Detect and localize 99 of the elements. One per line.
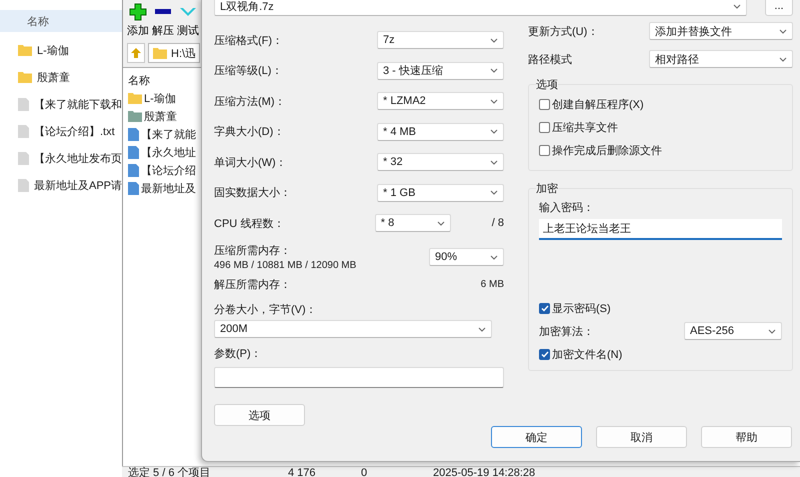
chevron-down-icon bbox=[490, 190, 498, 196]
password-label: 输入密码： bbox=[539, 200, 595, 215]
document-icon bbox=[128, 128, 139, 140]
setting-combo[interactable]: 7z bbox=[377, 31, 504, 50]
up-folder-button[interactable] bbox=[127, 43, 145, 63]
setting-combo[interactable]: 相对路径 bbox=[649, 50, 793, 68]
checkbox[interactable] bbox=[539, 302, 550, 314]
archive-name-combo[interactable]: L双视角.7z bbox=[214, 0, 748, 16]
folder-icon bbox=[18, 44, 32, 56]
browse-button[interactable]: ... bbox=[765, 0, 793, 16]
chevron-down-icon bbox=[478, 326, 486, 332]
setting-combo[interactable]: 添加并替换文件 bbox=[649, 22, 793, 40]
file-name[interactable]: 【永久地址 bbox=[141, 144, 196, 160]
setting-label: 压缩等级(L)： bbox=[214, 64, 282, 78]
chevron-down-icon bbox=[490, 160, 498, 165]
checkbox-label: 创建自解压程序(X) bbox=[552, 98, 644, 112]
column-header[interactable]: 名称 bbox=[0, 10, 122, 32]
chevron-down-icon bbox=[490, 129, 498, 134]
checkbox-label: 压缩共享文件 bbox=[552, 120, 618, 134]
checkbox[interactable] bbox=[539, 98, 550, 110]
volume-label: 分卷大小，字节(V)： bbox=[214, 302, 317, 316]
setting-combo[interactable]: 3 - 快速压缩 bbox=[377, 62, 504, 80]
chevron-down-icon bbox=[490, 254, 498, 260]
dialog-button[interactable]: 帮助 bbox=[701, 426, 792, 448]
checkbox-label: 显示密码(S) bbox=[552, 302, 611, 316]
setting-label: 固实数据大小： bbox=[214, 186, 291, 200]
setting-combo[interactable]: * 1 GB bbox=[377, 184, 504, 202]
memory-label: 压缩所需内存： bbox=[214, 244, 292, 258]
file-name[interactable]: 【论坛介绍 bbox=[141, 162, 196, 178]
column-header[interactable]: 名称 bbox=[128, 71, 150, 89]
document-icon bbox=[128, 146, 139, 158]
toolbar-button[interactable]: 测试 bbox=[177, 3, 199, 41]
parameters-field[interactable] bbox=[214, 367, 504, 388]
threads-combo[interactable]: * 8 bbox=[374, 214, 451, 232]
arrow-up-icon bbox=[130, 47, 142, 59]
status-text: 2025-05-19 14:28:28 bbox=[432, 467, 536, 477]
status-text: 0 bbox=[360, 467, 368, 477]
minus-icon bbox=[155, 9, 171, 14]
setting-combo[interactable]: * 32 bbox=[377, 153, 504, 172]
threads-max: / 8 bbox=[492, 217, 504, 229]
document-icon bbox=[18, 124, 29, 138]
setting-combo[interactable]: * 4 MB bbox=[377, 122, 504, 141]
checkbox-label: 操作完成后删除源文件 bbox=[552, 144, 662, 158]
parameters-label: 参数(P)： bbox=[214, 347, 262, 361]
chevron-down-icon bbox=[779, 56, 787, 62]
setting-label: 单词大小(W)： bbox=[214, 156, 287, 170]
chevron-down-icon bbox=[768, 328, 776, 334]
file-name[interactable]: 殷萧童 bbox=[37, 70, 70, 84]
chevron-down-icon bbox=[490, 68, 498, 74]
file-name[interactable]: 【永久地址发布页 bbox=[34, 150, 122, 166]
setting-label: CPU 线程数： bbox=[214, 216, 284, 230]
file-name[interactable]: 【论坛介绍】.txt bbox=[34, 124, 115, 138]
checkbox[interactable] bbox=[539, 122, 550, 132]
document-icon bbox=[18, 178, 29, 192]
chevron-down-icon bbox=[733, 4, 742, 8]
chevron-down-icon bbox=[490, 38, 498, 43]
group-title: 加密 bbox=[536, 182, 558, 196]
chevron-down-icon bbox=[436, 220, 445, 226]
checkbox-label: 加密文件名(N) bbox=[552, 348, 622, 362]
group-title: 选项 bbox=[536, 78, 558, 92]
folder-icon bbox=[18, 71, 32, 83]
memory-value: 496 MB / 10881 MB / 12090 MB bbox=[214, 260, 356, 271]
dialog-button[interactable]: 取消 bbox=[596, 426, 687, 448]
setting-label: 压缩格式(F)： bbox=[214, 34, 284, 48]
memory-value: 6 MB bbox=[480, 278, 504, 290]
options-button[interactable]: 选项 bbox=[214, 404, 305, 426]
setting-label: 字典大小(D)： bbox=[214, 124, 284, 140]
memory-label: 解压所需内存： bbox=[214, 278, 291, 292]
path-field[interactable]: H:\迅 bbox=[148, 43, 200, 63]
document-icon bbox=[128, 164, 139, 176]
folder-icon bbox=[153, 47, 167, 59]
setting-combo[interactable]: * LZMA2 bbox=[377, 92, 504, 110]
plus-icon bbox=[129, 3, 147, 21]
file-name[interactable]: 最新地址及APP请 bbox=[34, 178, 122, 192]
chevron-down-icon bbox=[490, 98, 498, 104]
file-name[interactable]: 最新地址及 bbox=[141, 180, 196, 196]
memory-percent-combo[interactable]: 90% bbox=[429, 248, 504, 266]
setting-label: 路径模式 bbox=[528, 52, 572, 66]
document-icon bbox=[18, 152, 29, 164]
toolbar-button[interactable]: 解压 bbox=[152, 3, 174, 41]
setting-label: 压缩方法(M)： bbox=[214, 94, 286, 109]
checkbox[interactable] bbox=[539, 144, 550, 156]
password-field[interactable]: 上老王论坛当老王 bbox=[539, 219, 782, 240]
file-name[interactable]: 殷萧童 bbox=[144, 108, 177, 124]
document-icon bbox=[128, 182, 139, 194]
document-icon bbox=[18, 98, 29, 110]
file-name[interactable]: L-瑜伽 bbox=[37, 42, 69, 58]
status-text: 4 176 bbox=[287, 467, 317, 477]
toolbar-button[interactable]: 添加 bbox=[127, 3, 149, 41]
checkbox[interactable] bbox=[539, 348, 550, 360]
method-combo[interactable]: AES-256 bbox=[684, 322, 782, 340]
setting-label: 更新方式(U)： bbox=[528, 24, 598, 38]
file-name[interactable]: L-瑜伽 bbox=[144, 90, 176, 106]
volume-combo[interactable]: 200M bbox=[214, 320, 492, 338]
file-name[interactable]: 【来了就能下载和 bbox=[34, 96, 122, 112]
dialog-button[interactable]: 确定 bbox=[491, 426, 582, 448]
chevron-down-icon bbox=[779, 28, 787, 34]
method-label: 加密算法： bbox=[539, 324, 594, 338]
file-name[interactable]: 【来了就能 bbox=[141, 126, 196, 142]
